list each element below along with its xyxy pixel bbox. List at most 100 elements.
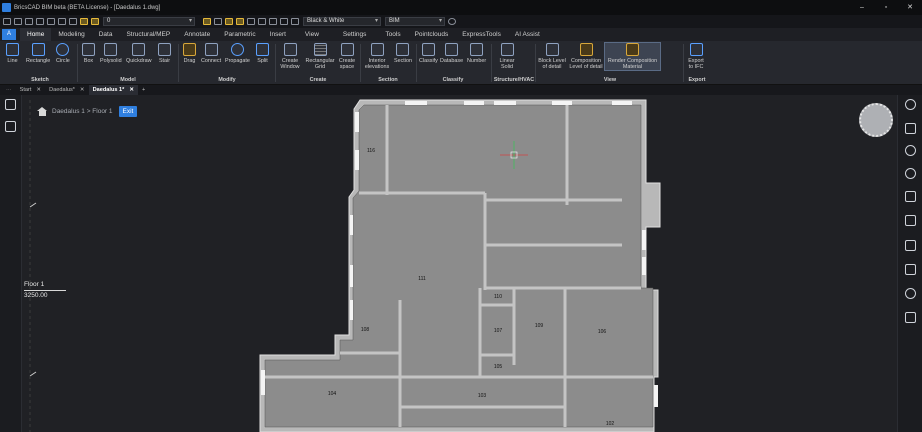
app-menu-button[interactable]: A bbox=[2, 29, 16, 40]
i-beam-icon[interactable] bbox=[905, 215, 916, 226]
linear-solid-icon bbox=[500, 43, 514, 56]
connect-icon bbox=[204, 43, 218, 56]
visual-style-select[interactable]: Black & White bbox=[303, 17, 381, 26]
drawing-canvas[interactable]: 116 111 110 109 107 108 105 106 104 103 … bbox=[22, 95, 897, 432]
layer-select[interactable]: 0 bbox=[103, 17, 195, 26]
create-window-button[interactable]: Create Window bbox=[277, 43, 303, 70]
rectangle-button[interactable]: Rectangle bbox=[26, 43, 50, 64]
group-section: Section bbox=[378, 77, 398, 83]
tab-pointclouds[interactable]: Pointclouds bbox=[408, 28, 456, 41]
workspace-select[interactable]: BIM bbox=[385, 17, 445, 26]
tab-parametric[interactable]: Parametric bbox=[217, 28, 262, 41]
new-tab-button[interactable]: + bbox=[138, 85, 149, 95]
close-icon[interactable]: ✕ bbox=[80, 85, 85, 95]
material-icon bbox=[626, 43, 639, 56]
split-button[interactable]: Split bbox=[256, 43, 269, 64]
create-space-button[interactable]: Create space bbox=[337, 43, 357, 70]
tab-expresstools[interactable]: ExpressTools bbox=[455, 28, 508, 41]
level-name: Floor 1 bbox=[24, 281, 45, 288]
level-marker[interactable]: Floor 1 3250.00 bbox=[24, 281, 66, 300]
bulb-icon[interactable] bbox=[905, 99, 916, 110]
maximize-button[interactable]: ▫ bbox=[874, 0, 898, 15]
layer-freeze-icon[interactable] bbox=[91, 18, 99, 25]
help-icon[interactable] bbox=[448, 18, 456, 25]
lock-icon[interactable] bbox=[225, 18, 233, 25]
pin-icon[interactable] bbox=[905, 312, 916, 323]
connect-button[interactable]: Connect bbox=[201, 43, 221, 64]
rectangular-grid-button[interactable]: Rectangular Grid bbox=[305, 43, 335, 70]
look-from-widget[interactable] bbox=[859, 103, 893, 137]
mechanical-icon[interactable] bbox=[905, 168, 916, 179]
close-icon[interactable]: ✕ bbox=[36, 85, 41, 95]
close-button[interactable]: ✕ bbox=[898, 0, 922, 15]
cloud-icon[interactable] bbox=[905, 288, 916, 299]
exit-button[interactable]: Exit bbox=[118, 106, 138, 117]
view-iso-icon[interactable] bbox=[258, 18, 266, 25]
view-3d-icon[interactable] bbox=[247, 18, 255, 25]
classify-button[interactable]: Classify bbox=[419, 43, 438, 64]
export-to-ifc-button[interactable]: Export to IFC bbox=[686, 43, 706, 70]
interior-elevations-button[interactable]: Interior elevations bbox=[362, 43, 392, 70]
breadcrumb-path[interactable]: Daedalus 1 > Floor 1 bbox=[52, 108, 113, 115]
hatch-icon[interactable] bbox=[291, 18, 299, 25]
render-icon[interactable] bbox=[269, 18, 277, 25]
home-icon[interactable] bbox=[37, 107, 48, 116]
match-properties-icon[interactable] bbox=[214, 18, 222, 25]
tab-insert[interactable]: Insert bbox=[263, 28, 293, 41]
section-button[interactable]: Section bbox=[394, 43, 412, 64]
tabs-menu[interactable]: ··· bbox=[2, 85, 16, 95]
line-button[interactable]: Line bbox=[6, 43, 19, 64]
tab-view[interactable]: View bbox=[293, 28, 331, 41]
number-button[interactable]: Number bbox=[467, 43, 486, 64]
circle-button[interactable]: Circle bbox=[56, 43, 70, 64]
redo-icon[interactable] bbox=[69, 18, 77, 25]
doc-tab-start[interactable]: Start ✕ bbox=[16, 85, 46, 95]
tab-modeling[interactable]: Modeling bbox=[51, 28, 91, 41]
group-modify: Modify bbox=[218, 77, 236, 83]
doc-tab-daedalus-1[interactable]: Daedalus 1* ✕ bbox=[88, 85, 139, 95]
linear-solid-button[interactable]: Linear Solid bbox=[497, 43, 517, 70]
cube-icon[interactable] bbox=[905, 264, 916, 275]
render-composition-material-button[interactable]: Render Composition Material bbox=[604, 42, 661, 71]
doc-tab-daedalus[interactable]: Daedalus* ✕ bbox=[45, 85, 89, 95]
drag-button[interactable]: Drag bbox=[183, 43, 196, 64]
composition-level-of-detail-button[interactable]: Composition Level of detail bbox=[568, 43, 604, 70]
properties-icon[interactable] bbox=[905, 123, 916, 134]
tab-annotate[interactable]: Annotate bbox=[177, 28, 217, 41]
propagate-button[interactable]: Propagate bbox=[225, 43, 250, 64]
layer-iso-icon[interactable] bbox=[236, 18, 244, 25]
polysolid-button[interactable]: Polysolid bbox=[100, 43, 122, 64]
tab-data[interactable]: Data bbox=[92, 28, 120, 41]
print-icon[interactable] bbox=[47, 18, 55, 25]
home-icon[interactable] bbox=[5, 99, 16, 110]
grid-icon[interactable] bbox=[280, 18, 288, 25]
close-icon[interactable]: ✕ bbox=[129, 85, 134, 95]
structure-tree-icon[interactable] bbox=[5, 121, 16, 132]
tab-home[interactable]: Home bbox=[20, 28, 52, 41]
tab-ai-assist[interactable]: AI Assist bbox=[508, 28, 547, 41]
layer-on-icon[interactable] bbox=[80, 18, 88, 25]
snap-icon[interactable] bbox=[203, 18, 211, 25]
room-label-105: 105 bbox=[494, 364, 503, 370]
classify-icon bbox=[421, 43, 435, 56]
minimize-button[interactable]: – bbox=[850, 0, 874, 15]
library-icon[interactable] bbox=[905, 240, 916, 251]
block-level-of-detail-button[interactable]: Block Level of detail bbox=[537, 43, 567, 70]
tab-structural-mep[interactable]: Structural/MEP bbox=[119, 28, 177, 41]
number-icon bbox=[470, 43, 484, 56]
layers-icon[interactable] bbox=[905, 191, 916, 202]
quickdraw-button[interactable]: Quickdraw bbox=[126, 43, 151, 64]
box-button[interactable]: Box bbox=[82, 43, 95, 64]
stair-button[interactable]: Stair bbox=[158, 43, 171, 64]
group-model: Model bbox=[120, 77, 136, 83]
database-button[interactable]: Database bbox=[440, 43, 463, 64]
balloon-icon[interactable] bbox=[905, 145, 916, 156]
tab-tools[interactable]: Tools bbox=[378, 28, 407, 41]
new-file-icon[interactable] bbox=[3, 18, 11, 25]
save-icon[interactable] bbox=[25, 18, 33, 25]
undo-icon[interactable] bbox=[58, 18, 66, 25]
tab-settings[interactable]: Settings bbox=[331, 28, 379, 41]
save-as-icon[interactable] bbox=[36, 18, 44, 25]
open-file-icon[interactable] bbox=[14, 18, 22, 25]
bricscad-logo-icon bbox=[2, 3, 11, 12]
